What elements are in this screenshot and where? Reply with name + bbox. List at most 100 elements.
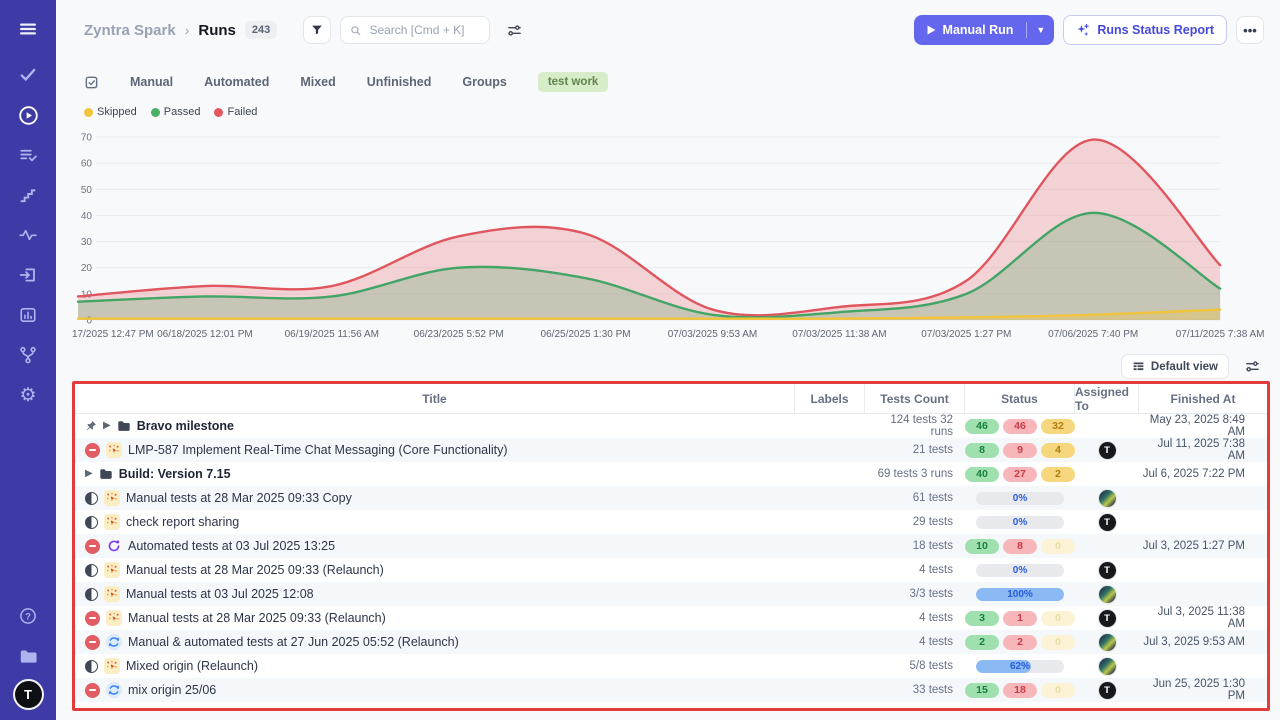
expand-caret-icon[interactable]: ▶ [85, 469, 93, 479]
table-row[interactable]: Manual tests at 03 Jul 2025 12:083/3 tes… [75, 582, 1267, 606]
svg-text:06/23/2025 5:52 PM: 06/23/2025 5:52 PM [414, 329, 504, 340]
column-header-tests-count[interactable]: Tests Count [865, 384, 965, 413]
manual-run-dropdown[interactable]: ▼ [1027, 15, 1054, 45]
svg-text:07/03/2025 1:27 PM: 07/03/2025 1:27 PM [921, 329, 1011, 340]
table-row[interactable]: ▶Bravo milestone124 tests 32 runs464632M… [75, 414, 1267, 438]
table-settings-button[interactable] [1240, 355, 1264, 379]
run-title[interactable]: Manual & automated tests at 27 Jun 2025 … [128, 635, 459, 649]
sidebar-item-test-cases[interactable] [12, 60, 44, 90]
tab-groups[interactable]: Groups [462, 75, 506, 89]
manual-run-button[interactable]: Manual Run ▼ [914, 15, 1055, 45]
table-row[interactable]: mix origin 25/0633 tests15180TJun 25, 20… [75, 678, 1267, 702]
default-view-button[interactable]: Default view [1121, 354, 1229, 379]
sidebar-item-runs[interactable] [12, 100, 44, 130]
run-title[interactable]: Manual tests at 28 Mar 2025 09:33 Copy [126, 491, 352, 505]
sidebar-item-help[interactable]: ? [12, 601, 44, 631]
search-filters-button[interactable] [502, 18, 526, 42]
finished-at-cell: Jul 3, 2025 1:27 PM [1139, 540, 1267, 552]
tab-unfinished[interactable]: Unfinished [367, 75, 432, 89]
sidebar-item-projects[interactable] [12, 641, 44, 671]
manual-run-label: Manual Run [943, 23, 1014, 37]
progress-bar: 0% [976, 492, 1064, 505]
run-title-cell[interactable]: Automated tests at 03 Jul 2025 13:25 [75, 538, 795, 554]
column-header-status[interactable]: Status [965, 384, 1075, 413]
run-title-cell[interactable]: Manual tests at 28 Mar 2025 09:33 (Relau… [75, 610, 795, 626]
sidebar-item-test-plans[interactable] [12, 140, 44, 170]
legend-dot-icon [151, 108, 160, 117]
run-title-cell[interactable]: Manual tests at 28 Mar 2025 09:33 Copy [75, 490, 795, 506]
failed-badge: 27 [1003, 467, 1037, 482]
run-title[interactable]: Manual tests at 28 Mar 2025 09:33 (Relau… [126, 563, 384, 577]
search-input[interactable] [367, 22, 480, 38]
sidebar-item-milestones[interactable] [12, 180, 44, 210]
table-view-icon [1132, 360, 1145, 373]
run-title[interactable]: Mixed origin (Relaunch) [126, 659, 258, 673]
run-title-cell[interactable]: Manual tests at 03 Jul 2025 12:08 [75, 586, 795, 602]
assignee-avatar[interactable]: T [1099, 610, 1116, 627]
filter-button[interactable] [303, 16, 331, 44]
assignee-avatar[interactable] [1099, 658, 1116, 675]
assignee-avatar[interactable] [1099, 490, 1116, 507]
runs-status-report-button[interactable]: Runs Status Report [1063, 15, 1227, 45]
table-row[interactable]: Manual & automated tests at 27 Jun 2025 … [75, 630, 1267, 654]
assignee-avatar[interactable] [1099, 586, 1116, 603]
table-row[interactable]: Manual tests at 28 Mar 2025 09:33 (Relau… [75, 558, 1267, 582]
manual-run-icon [104, 658, 120, 674]
column-header-finished-at[interactable]: Finished At [1139, 384, 1267, 413]
expand-caret-icon[interactable]: ▶ [103, 421, 111, 431]
column-header-title[interactable]: Title [75, 384, 795, 413]
tab-manual[interactable]: Manual [130, 75, 173, 89]
run-title[interactable]: Bravo milestone [137, 419, 234, 433]
run-title-cell[interactable]: LMP-587 Implement Real-Time Chat Messagi… [75, 442, 795, 458]
table-row[interactable]: Automated tests at 03 Jul 2025 13:2518 t… [75, 534, 1267, 558]
table-row[interactable]: Manual tests at 28 Mar 2025 09:33 (Relau… [75, 606, 1267, 630]
run-title[interactable]: Manual tests at 28 Mar 2025 09:33 (Relau… [128, 611, 386, 625]
menu-icon[interactable] [12, 14, 44, 44]
assignee-avatar[interactable] [1099, 634, 1116, 651]
legend-passed[interactable]: Passed [151, 106, 201, 118]
table-row[interactable]: LMP-587 Implement Real-Time Chat Messagi… [75, 438, 1267, 462]
tab-automated[interactable]: Automated [204, 75, 269, 89]
run-title-cell[interactable]: mix origin 25/06 [75, 682, 795, 698]
run-title[interactable]: check report sharing [126, 515, 239, 529]
more-actions-button[interactable]: ••• [1236, 16, 1264, 44]
select-runs-button[interactable] [84, 75, 99, 90]
sidebar-item-reports[interactable] [12, 300, 44, 330]
table-row[interactable]: check report sharing29 tests0%T [75, 510, 1267, 534]
assignee-avatar[interactable]: T [1099, 562, 1116, 579]
sidebar-item-defects[interactable] [12, 220, 44, 250]
search-box[interactable] [340, 16, 490, 44]
run-title[interactable]: Build: Version 7.15 [119, 467, 231, 481]
run-title-cell[interactable]: Manual tests at 28 Mar 2025 09:33 (Relau… [75, 562, 795, 578]
table-row[interactable]: ▶Build: Version 7.1569 tests 3 runs40272… [75, 462, 1267, 486]
run-title[interactable]: LMP-587 Implement Real-Time Chat Messagi… [128, 443, 508, 457]
sidebar-item-integrations[interactable] [12, 340, 44, 370]
legend-skipped[interactable]: Skipped [84, 106, 137, 118]
run-title-cell[interactable]: ▶ Bravo milestone [75, 419, 795, 433]
sidebar-item-settings[interactable]: ⚙ [12, 380, 44, 410]
legend-failed[interactable]: Failed [214, 106, 257, 118]
sidebar-item-requirements[interactable] [12, 260, 44, 290]
tab-mixed[interactable]: Mixed [300, 75, 335, 89]
run-title-cell[interactable]: ▶ Build: Version 7.15 [75, 467, 795, 481]
run-title[interactable]: mix origin 25/06 [128, 683, 216, 697]
user-avatar[interactable]: T [15, 681, 42, 708]
sparkles-icon [1076, 23, 1090, 37]
run-title-cell[interactable]: Manual & automated tests at 27 Jun 2025 … [75, 634, 795, 650]
table-row[interactable]: Manual tests at 28 Mar 2025 09:33 Copy61… [75, 486, 1267, 510]
assignee-avatar[interactable]: T [1099, 682, 1116, 699]
run-title[interactable]: Manual tests at 03 Jul 2025 12:08 [126, 587, 314, 601]
assignee-avatar[interactable]: T [1099, 442, 1116, 459]
column-header-assigned-to[interactable]: Assigned To [1075, 384, 1139, 413]
search-icon [350, 24, 361, 37]
run-title-cell[interactable]: Mixed origin (Relaunch) [75, 658, 795, 674]
table-row[interactable]: Mixed origin (Relaunch)5/8 tests62% [75, 654, 1267, 678]
status-cell: 0% [965, 564, 1075, 577]
failed-badge: 1 [1003, 611, 1037, 626]
run-title-cell[interactable]: check report sharing [75, 514, 795, 530]
assignee-avatar[interactable]: T [1099, 514, 1116, 531]
run-title[interactable]: Automated tests at 03 Jul 2025 13:25 [128, 539, 335, 553]
tag-test-work[interactable]: test work [538, 72, 609, 92]
column-header-labels[interactable]: Labels [795, 384, 865, 413]
breadcrumb-project[interactable]: Zyntra Spark [84, 22, 176, 39]
